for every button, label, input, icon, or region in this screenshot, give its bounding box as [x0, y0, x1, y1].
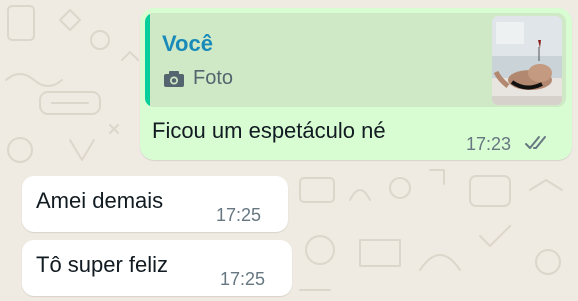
camera-icon	[163, 70, 185, 88]
quote-author: Você	[162, 31, 213, 56]
message-time: 17:25	[220, 269, 266, 289]
message-text: Amei demais	[36, 188, 164, 213]
incoming-message-bubble[interactable]: Tô super feliz 17:25	[22, 240, 292, 296]
message-time: 17:25	[216, 205, 262, 225]
quote-type-label: Foto	[193, 67, 234, 89]
photo-thumbnail[interactable]	[492, 16, 562, 105]
message-text: Ficou um espetáculo né	[152, 118, 386, 143]
message-text: Tô super feliz	[36, 252, 169, 277]
double-check-icon	[524, 135, 550, 151]
quoted-reply[interactable]: Você Foto	[145, 13, 566, 107]
message-time: 17:23	[466, 134, 512, 154]
incoming-message-bubble[interactable]: Amei demais 17:25	[22, 176, 288, 232]
quote-media-type: Foto	[163, 67, 233, 90]
quote-accent-bar	[145, 13, 150, 107]
outgoing-message-bubble[interactable]: Você Foto Ficou um espetáculo né 17:23	[140, 8, 572, 160]
